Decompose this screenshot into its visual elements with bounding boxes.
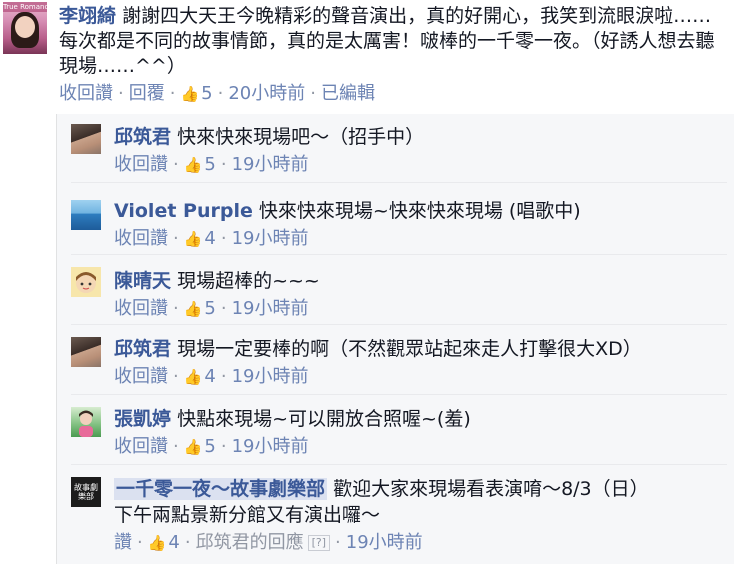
avatar-tag: True Romance [3, 2, 47, 12]
timestamp-link[interactable]: 20小時前 [228, 83, 305, 104]
unlike-link[interactable]: 收回讚 [114, 298, 168, 319]
avatar[interactable] [71, 200, 101, 230]
separator: · [220, 436, 227, 457]
reply-actions: 收回讚 · 👍 5 · 19小時前 [114, 153, 309, 177]
reply-text: 歡迎大家來現場看表演唷～8/3（日） [333, 478, 649, 500]
edited-link[interactable]: 已編輯 [321, 83, 375, 104]
reply-text: 快點來現場~可以開放合照喔~(羞) [177, 408, 471, 430]
thumbs-up-icon: 👍 [180, 85, 200, 103]
replies-container: 邱筑君 快來快來現場吧～（招手中） 收回讚 · 👍 5 · 19小時前 Violet Pu… [56, 114, 734, 564]
like-count-link[interactable]: 👍 5 [184, 436, 216, 457]
reply-author[interactable]: 邱筑君 [114, 126, 171, 148]
thumbs-up-icon: 👍 [183, 368, 203, 386]
separator: · [220, 366, 227, 387]
comment-author[interactable]: 李翊綺 [59, 5, 116, 27]
separator: · [173, 228, 179, 249]
unlike-link[interactable]: 收回讚 [114, 436, 168, 457]
timestamp-link[interactable]: 19小時前 [232, 154, 309, 175]
like-count-link[interactable]: 👍 5 [180, 83, 212, 104]
reply-author[interactable]: 邱筑君 [114, 338, 171, 360]
timestamp-link[interactable]: 19小時前 [346, 532, 423, 553]
like-count-link[interactable]: 👍 5 [184, 298, 216, 319]
reply-body: 張凱婷 快點來現場~可以開放合照喔~(羞) [114, 406, 727, 432]
separator: · [118, 83, 124, 104]
reply-text-line2: 下午兩點景新分館又有演出囉～ [114, 504, 381, 526]
separator: · [173, 154, 179, 175]
reply-author[interactable]: Violet Purple [114, 200, 253, 222]
reply-author[interactable]: 一千零一夜～故事劇樂部 [114, 478, 328, 500]
reply-author[interactable]: 張凱婷 [114, 408, 171, 430]
reply-actions: 收回讚 · 👍 4 · 19小時前 [114, 227, 309, 251]
divider [71, 464, 727, 465]
reply-text: 現場一定要棒的啊（不然觀眾站起來走人打擊很大XD） [177, 338, 642, 360]
timestamp-link[interactable]: 19小時前 [232, 436, 309, 457]
separator: · [220, 228, 227, 249]
reply-actions: 收回讚 · 👍 5 · 19小時前 [114, 435, 309, 459]
separator: · [220, 298, 227, 319]
reply-author[interactable]: 陳晴天 [114, 270, 171, 292]
reply-body: 陳晴天 現場超棒的~~~ [114, 268, 727, 294]
help-icon[interactable]: [?] [307, 535, 331, 551]
comment-actions: 收回讚 · 回覆 · 👍 5 · 20小時前 · 已編輯 [59, 82, 375, 106]
main-comment: True Romance 李翊綺 謝謝四大天王今晚精彩的聲音演出，真的好開心，我… [0, 0, 734, 110]
unlike-link[interactable]: 收回讚 [114, 228, 168, 249]
avatar-face [15, 16, 35, 38]
timestamp-link[interactable]: 19小時前 [232, 298, 309, 319]
reply-body: 一千零一夜～故事劇樂部 歡迎大家來現場看表演唷～8/3（日） 下午兩點景新分館又… [114, 476, 727, 528]
cartoon-face-icon [76, 272, 96, 293]
thumbs-up-icon: 👍 [183, 156, 203, 174]
reply-text: 現場超棒的~~~ [177, 270, 320, 292]
separator: · [173, 436, 179, 457]
divider [71, 254, 727, 255]
separator: · [173, 366, 179, 387]
comment-text: 謝謝四大天王今晚精彩的聲音演出，真的好開心，我笑到流眼淚啦……每次都是不同的故事… [59, 5, 715, 77]
reply-text: 快來快來現場~快來快來現場 (唱歌中) [258, 200, 581, 222]
avatar[interactable]: 故事劇樂部 [71, 477, 101, 507]
reply-body: 邱筑君 現場一定要棒的啊（不然觀眾站起來走人打擊很大XD） [114, 336, 727, 362]
thumbs-up-icon: 👍 [183, 300, 203, 318]
avatar-logo-text: 故事劇樂部 [74, 483, 98, 501]
reply-actions: 收回讚 · 👍 4 · 19小時前 [114, 365, 309, 389]
separator: · [184, 532, 191, 553]
separator: · [335, 532, 341, 553]
avatar[interactable] [71, 407, 101, 437]
divider [71, 394, 727, 395]
separator: · [173, 298, 179, 319]
reply-text: 快來快來現場吧～（招手中） [177, 126, 425, 148]
thumbs-up-icon: 👍 [183, 230, 203, 248]
unlike-link[interactable]: 收回讚 [114, 366, 168, 387]
unlike-link[interactable]: 收回讚 [59, 83, 113, 104]
reply-actions: 讚 · 👍 4 · 邱筑君的回應 [?] · 19小時前 [114, 531, 423, 555]
unlike-link[interactable]: 收回讚 [114, 154, 168, 175]
like-count-link[interactable]: 👍 4 [184, 228, 216, 249]
person-photo-icon [79, 410, 93, 437]
like-count-link[interactable]: 👍 4 [184, 366, 216, 387]
avatar[interactable] [71, 267, 101, 297]
separator: · [220, 154, 227, 175]
reply-body: Violet Purple 快來快來現場~快來快來現場 (唱歌中) [114, 198, 727, 224]
separator: · [137, 532, 143, 553]
reply-body: 邱筑君 快來快來現場吧～（招手中） [114, 124, 727, 150]
divider [71, 182, 727, 183]
comment-body: 李翊綺 謝謝四大天王今晚精彩的聲音演出，真的好開心，我笑到流眼淚啦……每次都是不… [59, 4, 729, 79]
reply-actions: 收回讚 · 👍 5 · 19小時前 [114, 297, 309, 321]
avatar[interactable]: True Romance [3, 2, 47, 54]
like-link[interactable]: 讚 [114, 532, 132, 553]
avatar[interactable] [71, 337, 101, 367]
separator: · [310, 83, 316, 104]
reply-note: 邱筑君的回應 [195, 532, 304, 553]
like-count-link[interactable]: 👍 5 [184, 154, 216, 175]
reply-link[interactable]: 回覆 [129, 83, 165, 104]
timestamp-link[interactable]: 19小時前 [232, 366, 309, 387]
separator: · [217, 83, 224, 104]
thumbs-up-icon: 👍 [147, 534, 167, 552]
thumbs-up-icon: 👍 [183, 438, 203, 456]
divider [71, 324, 727, 325]
timestamp-link[interactable]: 19小時前 [232, 228, 309, 249]
avatar[interactable] [71, 124, 101, 154]
like-count-link[interactable]: 👍 4 [148, 532, 180, 553]
separator: · [169, 83, 176, 104]
